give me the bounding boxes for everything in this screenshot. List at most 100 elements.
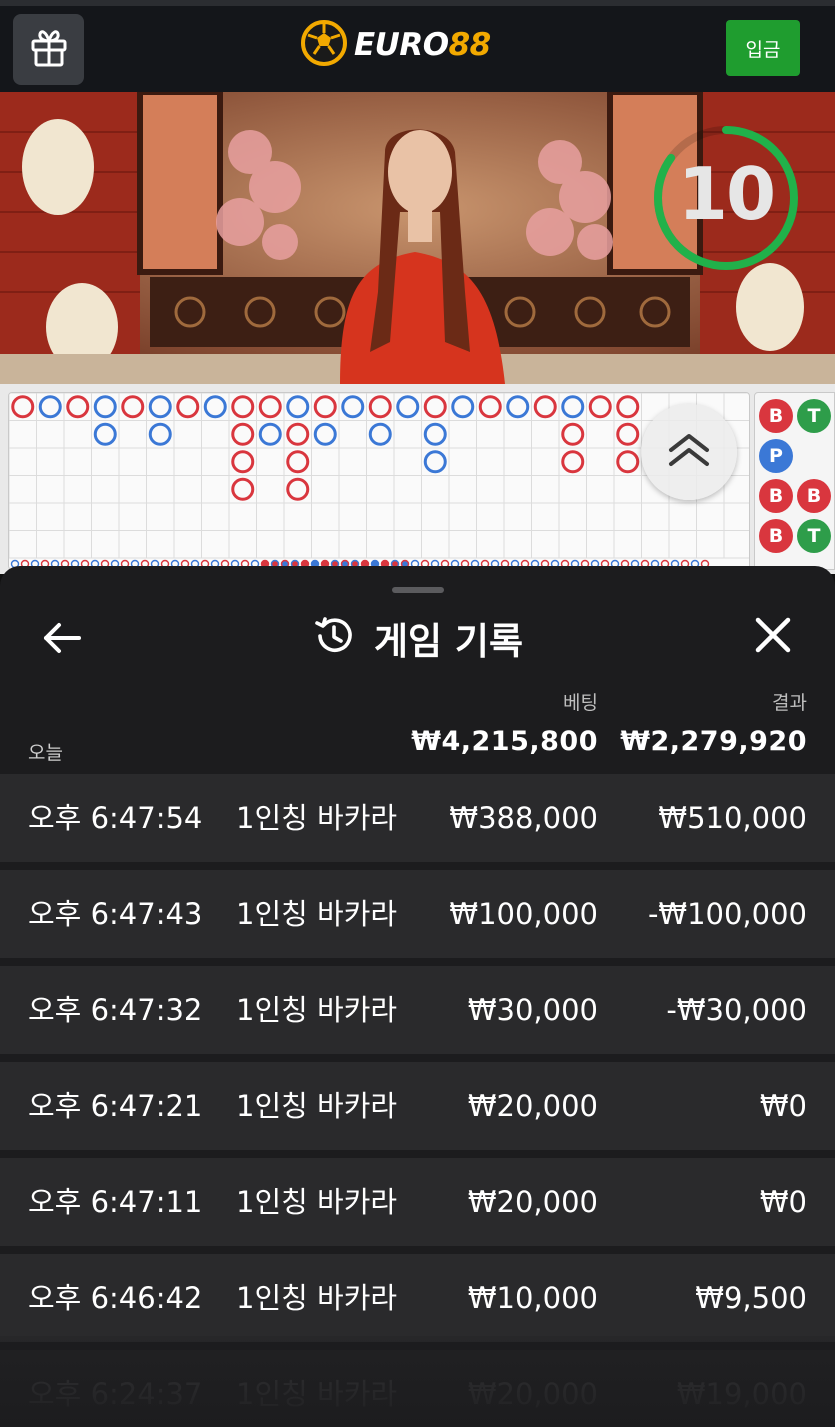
deposit-button[interactable]: 입금 <box>726 20 800 76</box>
row-game: 1인칭 바카라 <box>236 1281 398 1315</box>
road-marks <box>9 393 749 569</box>
road-bead <box>423 450 447 474</box>
chevron-double-up-icon <box>666 430 712 474</box>
result-pill: T <box>797 519 831 553</box>
row-bet: ₩10,000 <box>467 1281 598 1315</box>
row-bet: ₩388,000 <box>449 801 598 835</box>
history-row[interactable]: 오후 6:47:11 1인칭 바카라 ₩20,000 ₩0 <box>0 1158 835 1246</box>
road-bead <box>121 395 145 419</box>
top-bar: EURO88 입금 <box>0 0 835 92</box>
row-game: 1인칭 바카라 <box>236 1089 398 1123</box>
road-bead <box>368 395 392 419</box>
result-pill: B <box>759 479 793 513</box>
history-row[interactable]: 오후 6:47:43 1인칭 바카라 ₩100,000 -₩100,000 <box>0 870 835 958</box>
row-game: 1인칭 바카라 <box>236 897 398 931</box>
live-dealer-video: 10 <box>0 92 835 384</box>
logo-88: 88 <box>448 27 492 63</box>
row-bet: ₩20,000 <box>467 1377 598 1411</box>
road-bead <box>341 395 365 419</box>
road-bead <box>93 395 117 419</box>
row-result: ₩19,000 <box>676 1377 807 1411</box>
history-row[interactable]: 오후 6:46:42 1인칭 바카라 ₩10,000 ₩9,500 <box>0 1254 835 1342</box>
row-game: 1인칭 바카라 <box>236 1377 398 1411</box>
row-time: 오후 6:24:37 <box>28 1377 203 1411</box>
road-bead <box>616 422 640 446</box>
gift-icon <box>27 26 71 74</box>
road-bead <box>148 395 172 419</box>
road-bead <box>313 422 337 446</box>
logo-euro: EURO <box>354 27 449 63</box>
road-bead <box>258 422 282 446</box>
row-result: ₩0 <box>759 1185 807 1219</box>
bet-column-header: 베팅 <box>563 692 598 714</box>
road-bead <box>231 450 255 474</box>
result-pill: B <box>759 399 793 433</box>
history-row[interactable]: 오후 6:47:54 1인칭 바카라 ₩388,000 ₩510,000 <box>0 774 835 862</box>
row-bet: ₩20,000 <box>467 1089 598 1123</box>
road-bead <box>396 395 420 419</box>
road-bead <box>451 395 475 419</box>
history-summary: 베팅 결과 오늘 ₩4,215,800 ₩2,279,920 <box>0 686 835 776</box>
road-bead <box>286 422 310 446</box>
road-bead <box>313 395 337 419</box>
site-logo[interactable]: EURO88 <box>300 20 491 70</box>
bet-total: ₩4,215,800 <box>411 726 598 757</box>
row-result: -₩30,000 <box>666 993 807 1027</box>
today-label: 오늘 <box>28 742 63 764</box>
expand-roadmap-button[interactable] <box>641 404 737 500</box>
road-bead <box>258 395 282 419</box>
result-pill: B <box>759 519 793 553</box>
road-bead <box>533 395 557 419</box>
road-bead <box>286 450 310 474</box>
row-bet: ₩30,000 <box>467 993 598 1027</box>
history-row[interactable]: 오후 6:47:32 1인칭 바카라 ₩30,000 -₩30,000 <box>0 966 835 1054</box>
row-time: 오후 6:47:21 <box>28 1089 203 1123</box>
road-bead <box>368 422 392 446</box>
result-column-header: 결과 <box>772 692 807 714</box>
logo-text: EURO88 <box>354 27 491 63</box>
countdown-number: 10 <box>677 152 776 236</box>
row-time: 오후 6:47:43 <box>28 897 203 931</box>
sheet-header: 게임 기록 <box>0 612 835 664</box>
row-time: 오후 6:47:32 <box>28 993 203 1027</box>
road-bead <box>561 395 585 419</box>
row-result: ₩9,500 <box>695 1281 807 1315</box>
road-bead <box>286 395 310 419</box>
row-result: ₩0 <box>759 1089 807 1123</box>
result-pills-board: BTPBBBT <box>754 392 835 570</box>
road-bead <box>38 395 62 419</box>
road-bead <box>286 477 310 501</box>
road-bead <box>616 395 640 419</box>
history-row[interactable]: 오후 6:24:37 1인칭 바카라 ₩20,000 ₩19,000 <box>0 1350 835 1427</box>
bead-road-grid <box>8 392 750 570</box>
sheet-drag-handle[interactable] <box>392 587 444 593</box>
row-time: 오후 6:47:54 <box>28 801 203 835</box>
sheet-title: 게임 기록 <box>373 620 524 663</box>
result-pill: P <box>759 439 793 473</box>
road-bead <box>148 422 172 446</box>
road-bead <box>478 395 502 419</box>
road-bead <box>11 395 35 419</box>
road-bead <box>588 395 612 419</box>
row-bet: ₩20,000 <box>467 1185 598 1219</box>
road-bead <box>66 395 90 419</box>
row-result: ₩510,000 <box>658 801 807 835</box>
close-icon <box>754 616 792 658</box>
row-time: 오후 6:47:11 <box>28 1185 203 1219</box>
road-bead <box>231 422 255 446</box>
road-bead <box>231 395 255 419</box>
row-result: -₩100,000 <box>647 897 807 931</box>
row-bet: ₩100,000 <box>449 897 598 931</box>
gift-button[interactable] <box>13 14 84 85</box>
road-bead <box>423 422 447 446</box>
result-pill: T <box>797 399 831 433</box>
history-row[interactable]: 오후 6:47:21 1인칭 바카라 ₩20,000 ₩0 <box>0 1062 835 1150</box>
result-pill: B <box>797 479 831 513</box>
road-bead <box>561 422 585 446</box>
road-bead <box>176 395 200 419</box>
row-game: 1인칭 바카라 <box>236 993 398 1027</box>
road-bead <box>203 395 227 419</box>
history-list: 오후 6:47:54 1인칭 바카라 ₩388,000 ₩510,000 오후 … <box>0 774 835 1427</box>
close-button[interactable] <box>750 614 796 660</box>
history-icon <box>312 614 356 662</box>
